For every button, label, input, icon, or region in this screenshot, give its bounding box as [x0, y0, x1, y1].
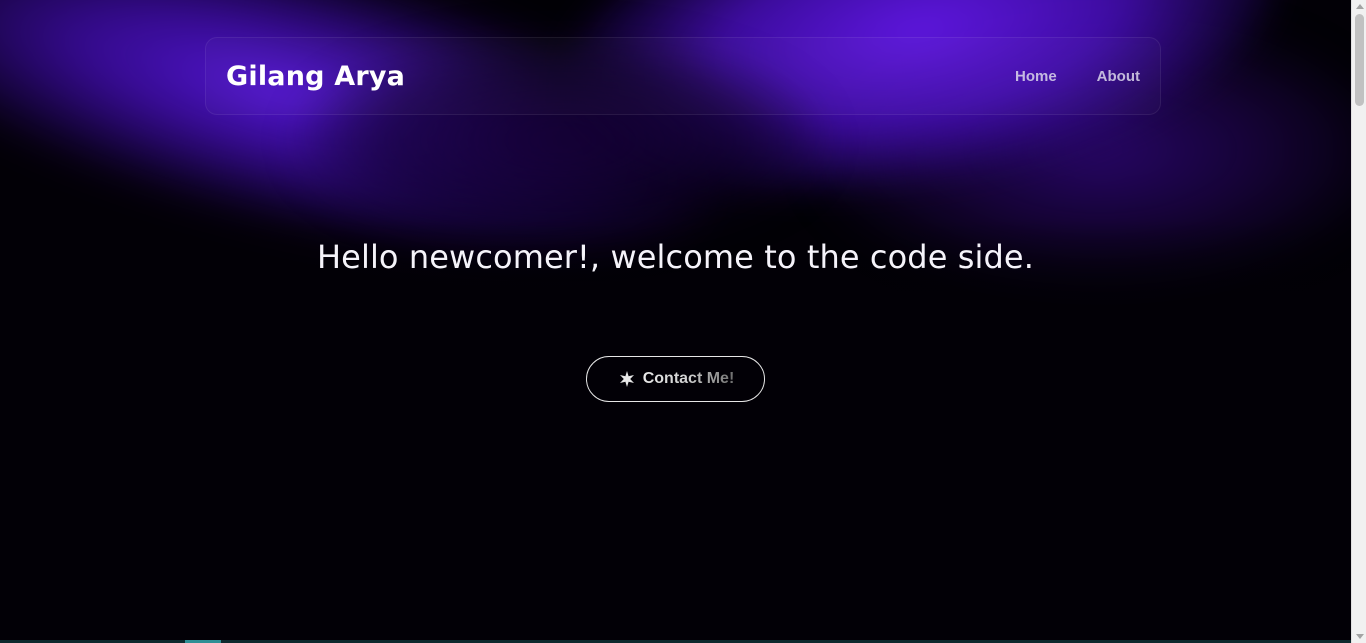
vertical-scrollbar[interactable]: [1351, 0, 1366, 643]
brand-logo-text[interactable]: Gilang Arya: [226, 61, 405, 92]
scroll-down-icon[interactable]: [1356, 634, 1364, 639]
nav-link-about[interactable]: About: [1097, 68, 1140, 85]
nav-link-home[interactable]: Home: [1015, 68, 1057, 85]
scroll-up-icon[interactable]: [1356, 4, 1364, 9]
hero-title: Hello newcomer!, welcome to the code sid…: [317, 238, 1034, 276]
nav-links: Home About: [1015, 68, 1140, 85]
sparkle-icon: [617, 369, 637, 389]
background-fade: [0, 220, 1351, 643]
contact-me-button[interactable]: Contact Me!: [586, 356, 765, 402]
contact-me-label: Contact Me!: [642, 370, 735, 387]
navbar: Gilang Arya Home About: [205, 37, 1161, 115]
page: Gilang Arya Home About Hello newcomer!, …: [0, 0, 1351, 643]
scrollbar-thumb[interactable]: [1355, 14, 1364, 106]
browser-viewport: Gilang Arya Home About Hello newcomer!, …: [0, 0, 1366, 643]
